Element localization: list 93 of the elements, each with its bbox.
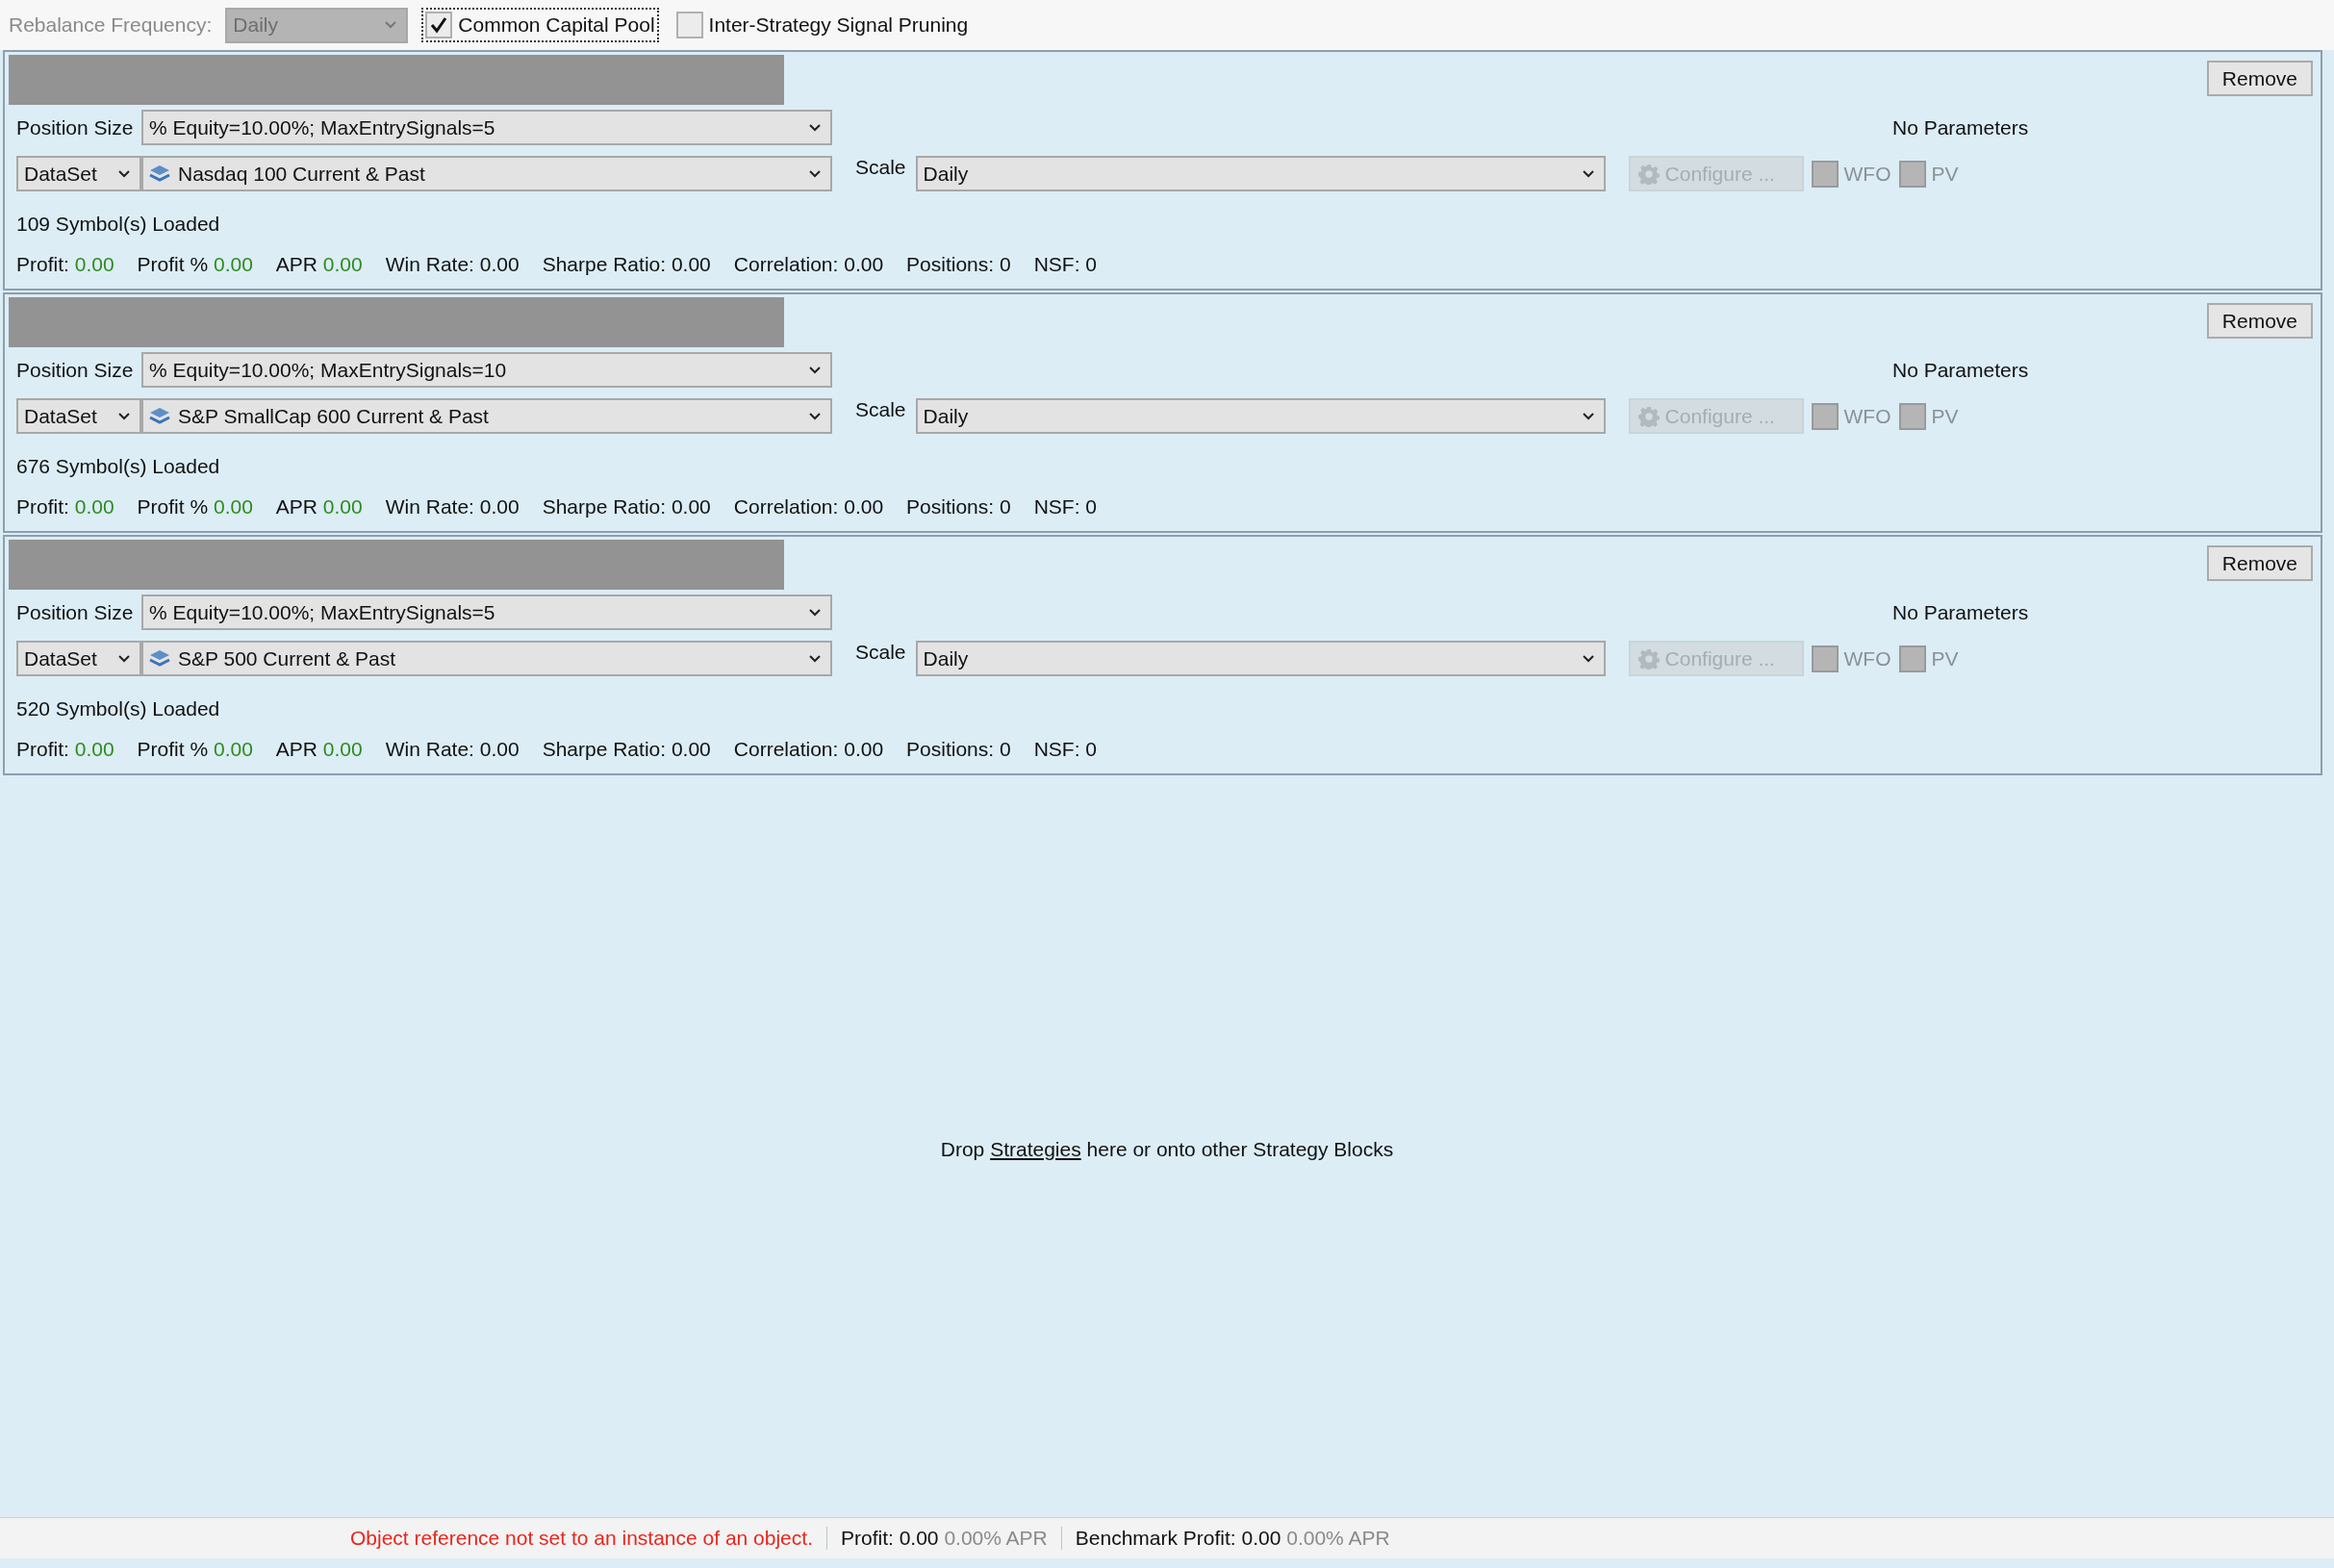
checkbox-label: PV xyxy=(1931,404,1959,428)
symbol-list-dropdown[interactable]: S&P 500 Current & Past xyxy=(141,641,832,676)
stat-text: Sharpe Ratio: 0.00 xyxy=(542,495,711,518)
gear-icon xyxy=(1637,647,1660,670)
checkbox-label: Inter-Strategy Signal Pruning xyxy=(708,13,969,37)
position-size-dropdown[interactable]: % Equity=10.00%; MaxEntrySignals=5 xyxy=(141,110,832,145)
scale-label: Scale xyxy=(855,156,906,179)
position-size-dropdown[interactable]: % Equity=10.00%; MaxEntrySignals=10 xyxy=(141,352,832,388)
stat-text: NSF: 0 xyxy=(1033,738,1098,761)
dataset-icon xyxy=(149,406,170,426)
dataset-icon xyxy=(149,164,170,184)
symbols-loaded-text: 520 Symbol(s) Loaded xyxy=(15,697,221,721)
checkbox[interactable] xyxy=(1811,645,1839,672)
remove-button[interactable]: Remove xyxy=(2206,303,2313,339)
checkbox-label: Common Capital Pool xyxy=(458,13,655,37)
checkbox-label: WFO xyxy=(1843,404,1891,428)
stat-text: APR 0.00 xyxy=(275,738,363,761)
chevron-down-icon xyxy=(118,169,130,178)
stat-text: Profit % 0.00 xyxy=(137,253,253,276)
chevron-down-icon xyxy=(118,412,130,420)
checkbox[interactable] xyxy=(1898,160,1926,188)
stat-text: Win Rate: 0.00 xyxy=(385,253,520,276)
checkbox[interactable] xyxy=(1811,402,1839,430)
source-type-dropdown[interactable]: DataSet xyxy=(16,398,141,434)
drop-hint-text: Drop Strategies here or onto other Strategy Blocks xyxy=(940,1137,1394,1161)
remove-button[interactable]: Remove xyxy=(2206,61,2313,96)
chevron-down-icon xyxy=(809,366,821,374)
scale-label: Scale xyxy=(855,398,906,421)
stat-text: Profit: 0.00 xyxy=(16,253,114,276)
check-icon xyxy=(429,15,449,35)
chevron-down-icon xyxy=(809,608,821,617)
stat-text: APR 0.00 xyxy=(275,253,363,276)
stat-text: Positions: 0 xyxy=(906,253,1011,276)
chevron-down-icon xyxy=(385,21,397,29)
source-type-dropdown[interactable]: DataSet xyxy=(16,156,141,191)
checkbox[interactable] xyxy=(425,12,453,38)
chevron-down-icon xyxy=(809,654,821,663)
position-size-label: Position Size xyxy=(15,600,135,624)
symbol-list-dropdown[interactable]: Nasdaq 100 Current & Past xyxy=(141,156,832,191)
checkbox-label: PV xyxy=(1931,162,1959,186)
benchmark-summary: Benchmark Profit: 0.00 0.00% APR xyxy=(1074,1527,1391,1550)
position-size-label: Position Size xyxy=(15,115,135,139)
position-size-label: Position Size xyxy=(15,358,135,382)
stat-text: Profit: 0.00 xyxy=(16,738,114,761)
gear-icon xyxy=(1637,405,1660,427)
chevron-down-icon xyxy=(809,169,821,178)
source-type-dropdown[interactable]: DataSet xyxy=(16,641,141,676)
strategies-link[interactable]: Strategies xyxy=(990,1137,1081,1160)
rebalance-label: Rebalance Frequency: xyxy=(9,13,213,37)
checkbox-label: PV xyxy=(1931,646,1959,670)
chevron-down-icon xyxy=(1582,654,1594,663)
stat-text: Correlation: 0.00 xyxy=(733,738,884,761)
stat-text: Correlation: 0.00 xyxy=(733,253,884,276)
gear-icon xyxy=(1637,163,1660,185)
parameters-note: No Parameters xyxy=(1892,358,2029,382)
chevron-down-icon xyxy=(809,123,821,132)
stat-text: Correlation: 0.00 xyxy=(733,495,884,518)
stat-text: Profit % 0.00 xyxy=(137,738,253,761)
checkbox-label: WFO xyxy=(1843,646,1891,670)
position-size-dropdown[interactable]: % Equity=10.00%; MaxEntrySignals=5 xyxy=(141,594,832,630)
scale-dropdown[interactable]: Daily xyxy=(915,398,1606,434)
stat-text: Win Rate: 0.00 xyxy=(385,738,520,761)
stat-text: NSF: 0 xyxy=(1033,253,1098,276)
stat-text: Win Rate: 0.00 xyxy=(385,495,520,518)
profit-summary: Profit: 0.00 0.00% APR xyxy=(826,1527,1062,1550)
stat-text: Sharpe Ratio: 0.00 xyxy=(542,738,711,761)
stat-text: Positions: 0 xyxy=(906,738,1011,761)
symbols-loaded-text: 676 Symbol(s) Loaded xyxy=(15,455,221,478)
stat-text: NSF: 0 xyxy=(1033,495,1098,518)
checkbox[interactable] xyxy=(1898,645,1926,672)
stat-text: Sharpe Ratio: 0.00 xyxy=(542,253,711,276)
dataset-icon xyxy=(149,648,170,669)
stat-text: Profit % 0.00 xyxy=(137,495,253,518)
error-message: Object reference not set to an instance of an object. xyxy=(350,1527,827,1550)
chevron-down-icon xyxy=(1582,169,1594,178)
checkbox[interactable] xyxy=(1898,402,1926,430)
checkbox[interactable] xyxy=(1811,160,1839,188)
stat-text: Positions: 0 xyxy=(906,495,1011,518)
chevron-down-icon xyxy=(118,654,130,663)
stat-text: APR 0.00 xyxy=(275,495,363,518)
scale-dropdown[interactable]: Daily xyxy=(915,641,1606,676)
symbol-list-dropdown[interactable]: S&P SmallCap 600 Current & Past xyxy=(141,398,832,434)
chevron-down-icon xyxy=(809,412,821,420)
scale-label: Scale xyxy=(855,641,906,664)
remove-button[interactable]: Remove xyxy=(2206,545,2313,581)
parameters-note: No Parameters xyxy=(1892,600,2029,624)
chevron-down-icon xyxy=(1582,412,1594,420)
parameters-note: No Parameters xyxy=(1892,115,2029,139)
symbols-loaded-text: 109 Symbol(s) Loaded xyxy=(15,213,221,236)
checkbox[interactable] xyxy=(675,12,703,38)
stat-text: Profit: 0.00 xyxy=(16,495,114,518)
scale-dropdown[interactable]: Daily xyxy=(915,156,1606,191)
checkbox-label: WFO xyxy=(1843,162,1891,186)
